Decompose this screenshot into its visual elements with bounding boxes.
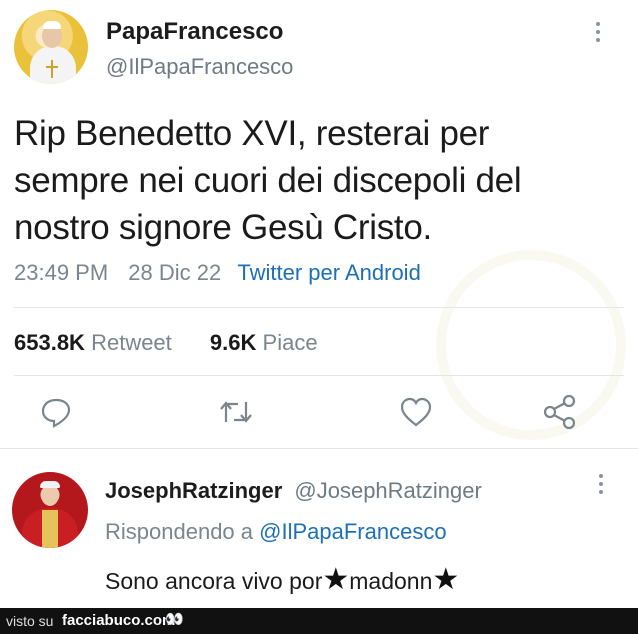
reply-more-options-icon[interactable] xyxy=(599,474,603,498)
retweet-label[interactable]: Retweet xyxy=(91,330,172,355)
reply-author-avatar[interactable] xyxy=(12,472,88,548)
divider xyxy=(14,375,624,376)
censor-star: ★ xyxy=(432,563,460,596)
author-handle[interactable]: @IlPapaFrancesco xyxy=(106,54,293,80)
eyes-icon: 👀 xyxy=(165,611,184,628)
retweet-count[interactable]: 653.8K xyxy=(14,330,85,355)
reply-icon[interactable] xyxy=(40,396,72,428)
censor-star: ★ xyxy=(322,563,350,596)
watermark-logo xyxy=(436,250,626,440)
share-icon[interactable] xyxy=(543,394,577,430)
watermark-bar: visto su facciabuco.com 👀 xyxy=(0,608,638,634)
heart-icon[interactable] xyxy=(399,396,433,428)
replying-mention[interactable]: @IlPapaFrancesco xyxy=(259,519,446,544)
tweet-text-line: nostro signore Gesù Cristo. xyxy=(14,208,432,247)
watermark-prefix: visto su xyxy=(6,613,54,629)
reply-text-middle: madonn xyxy=(349,568,433,594)
reply-text-start: Sono ancora vivo por xyxy=(105,568,323,594)
tweet-source[interactable]: Twitter per Android xyxy=(237,260,420,285)
tweet-meta: 23:49 PM 28 Dic 22 Twitter per Android xyxy=(14,260,421,286)
watermark-site[interactable]: facciabuco.com xyxy=(62,612,175,629)
tweet-text-line: Rip Benedetto XVI, resterai per xyxy=(14,114,490,153)
like-count[interactable]: 9.6K xyxy=(210,330,256,355)
reply-text: Sono ancora vivo por★madonn★ xyxy=(105,562,459,597)
author-name[interactable]: PapaFrancesco xyxy=(106,18,283,46)
reply-author-name[interactable]: JosephRatzinger xyxy=(105,478,282,503)
replying-prefix: Rispondendo a xyxy=(105,519,254,544)
retweet-icon[interactable] xyxy=(218,396,254,428)
reply-author-handle[interactable]: @JosephRatzinger xyxy=(294,478,481,503)
author-avatar[interactable] xyxy=(14,10,88,84)
tweet-time: 23:49 PM xyxy=(14,260,109,285)
tweet-text-line: sempre nei cuori dei discepoli del xyxy=(14,161,522,200)
like-label[interactable]: Piace xyxy=(263,330,318,355)
tweet-date: 28 Dic 22 xyxy=(128,260,222,285)
reply-author-line: JosephRatzinger @JosephRatzinger xyxy=(105,478,482,504)
divider xyxy=(14,307,624,308)
tweet-stats: 653.8K Retweet 9.6K Piace xyxy=(14,330,318,356)
tweet-text: Rip Benedetto XVI, resterai per sempre n… xyxy=(14,110,614,251)
replying-to: Rispondendo a @IlPapaFrancesco xyxy=(105,519,447,545)
more-options-icon[interactable] xyxy=(596,22,600,46)
divider xyxy=(0,448,638,449)
